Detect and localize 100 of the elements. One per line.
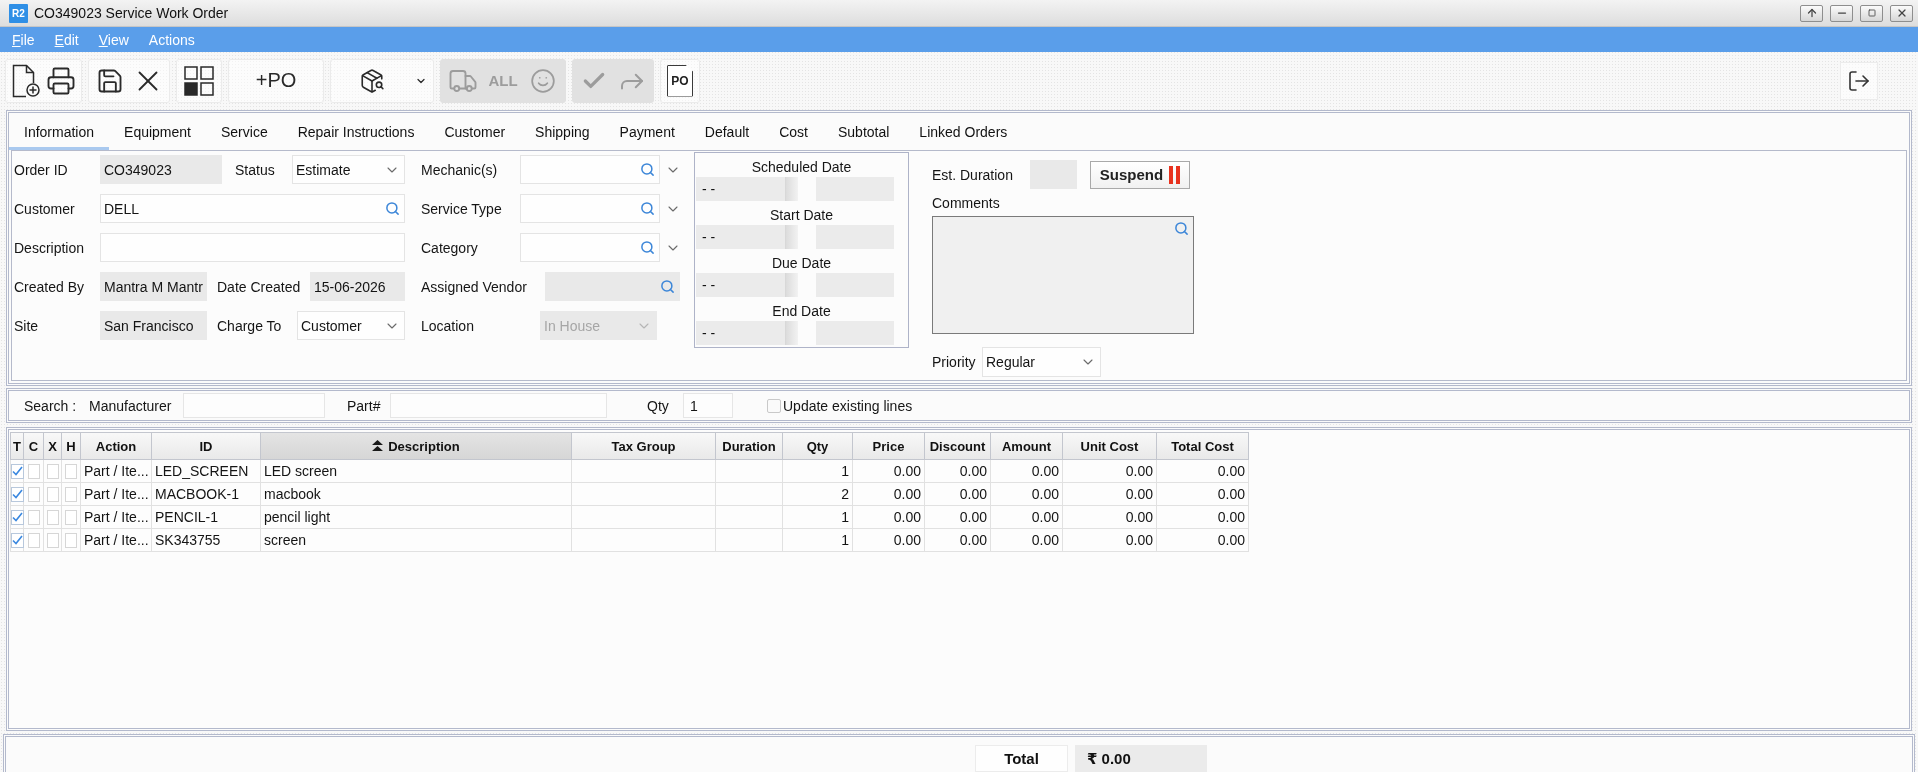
table-cell: 0.00 <box>925 483 991 506</box>
table-cell: 0.00 <box>853 460 925 483</box>
input-field[interactable]: 1 <box>683 393 733 418</box>
dropdown[interactable]: Customer <box>297 311 405 340</box>
table-cell: LED_SCREEN <box>152 460 261 483</box>
minimize-button[interactable] <box>1830 4 1853 22</box>
tab[interactable]: Service <box>206 113 283 150</box>
table-cell: 0.00 <box>925 460 991 483</box>
date-field[interactable]: - - <box>696 321 798 345</box>
checkbox[interactable] <box>46 486 59 502</box>
readonly-field[interactable]: 15-06-2026 <box>310 272 405 301</box>
table-cell: 2 <box>783 483 853 506</box>
table-cell: PENCIL-1 <box>152 506 261 529</box>
close-button[interactable] <box>1890 4 1913 22</box>
checkbox[interactable] <box>65 463 77 479</box>
column-header[interactable]: T <box>10 432 24 460</box>
table-cell: 0.00 <box>991 506 1063 529</box>
checkbox[interactable] <box>767 398 781 413</box>
exit-button[interactable] <box>1840 61 1878 100</box>
table-cell: 0.00 <box>853 529 925 552</box>
tab[interactable]: Payment <box>604 113 690 150</box>
table-cell: screen <box>261 529 572 552</box>
column-header[interactable]: C <box>24 432 44 460</box>
table-cell: 0.00 <box>925 529 991 552</box>
readonly-field[interactable]: CO349023 <box>100 155 222 184</box>
suspend-button[interactable]: Suspend <box>1090 160 1190 189</box>
tab[interactable]: Subtotal <box>823 113 905 150</box>
date-field[interactable]: - - <box>696 273 798 297</box>
date-field[interactable]: - - <box>696 177 798 201</box>
checkbox[interactable] <box>27 463 40 479</box>
dropdown[interactable]: Regular <box>982 347 1101 377</box>
picker-button[interactable] <box>785 321 798 345</box>
lookup-field[interactable] <box>520 155 660 184</box>
column-header[interactable]: Price <box>853 432 925 460</box>
lookup-field[interactable] <box>520 233 660 262</box>
checkbox[interactable] <box>46 509 59 525</box>
picker-button[interactable] <box>785 225 798 249</box>
date-label: End Date <box>771 302 832 321</box>
table-cell <box>716 529 783 552</box>
lookup-field[interactable]: DELL <box>100 194 405 223</box>
search-icon <box>640 240 655 255</box>
checkbox[interactable] <box>65 532 77 548</box>
document-button[interactable]: PO <box>667 64 693 97</box>
checkbox[interactable] <box>65 486 77 502</box>
text-field[interactable] <box>100 233 405 262</box>
table-cell: Part / Ite... <box>81 483 152 506</box>
table-cell: Part / Ite... <box>81 506 152 529</box>
column-header[interactable]: Action <box>81 432 152 460</box>
tab[interactable]: Repair Instructions <box>282 113 430 150</box>
tab[interactable]: Cost <box>764 113 823 150</box>
lookup-field[interactable] <box>520 194 660 223</box>
search-icon <box>640 162 655 177</box>
table-cell: 1 <box>783 506 853 529</box>
readonly-field[interactable]: Mantra M Mantr <box>100 272 207 301</box>
checkbox[interactable] <box>27 486 40 502</box>
column-header[interactable]: Qty <box>783 432 853 460</box>
checkbox[interactable] <box>46 532 59 548</box>
checkbox[interactable] <box>10 463 24 479</box>
column-header[interactable]: H <box>62 432 81 460</box>
tab[interactable]: Linked Orders <box>904 113 1023 150</box>
search-icon <box>1174 221 1189 236</box>
dropdown[interactable]: Estimate <box>292 155 405 184</box>
field-label: Charge To <box>217 317 282 334</box>
checkbox[interactable] <box>46 463 59 479</box>
picker-button[interactable] <box>785 177 798 201</box>
column-header[interactable]: Unit Cost <box>1063 432 1157 460</box>
field-label: Comments <box>932 194 1000 213</box>
readonly-field[interactable]: San Francisco <box>100 311 207 340</box>
column-header[interactable]: Tax Group <box>572 432 716 460</box>
column-header[interactable]: Description <box>261 432 572 460</box>
column-header[interactable]: Amount <box>991 432 1063 460</box>
up-arrow-button[interactable] <box>1800 4 1823 22</box>
picker-button[interactable] <box>785 273 798 297</box>
checkbox[interactable] <box>27 532 40 548</box>
comments-field[interactable] <box>932 216 1194 334</box>
checkbox[interactable] <box>10 509 24 525</box>
grid-icon <box>184 65 214 96</box>
table-cell: 0.00 <box>1063 483 1157 506</box>
field-label: Part# <box>347 397 381 414</box>
date-label: Scheduled Date <box>750 158 853 177</box>
tab[interactable]: Customer <box>429 113 521 150</box>
checkbox[interactable] <box>10 486 24 502</box>
toolbar-button[interactable]: +PO <box>231 59 321 102</box>
check-icon <box>11 512 23 522</box>
column-header[interactable]: Duration <box>716 432 783 460</box>
tab[interactable]: Default <box>689 113 765 150</box>
table-cell: 0.00 <box>1157 460 1249 483</box>
restore-button[interactable] <box>1860 4 1883 22</box>
column-header[interactable]: Total Cost <box>1157 432 1249 460</box>
column-header[interactable]: Discount <box>925 432 991 460</box>
checkbox[interactable] <box>65 509 77 525</box>
field-label: Category <box>421 239 478 256</box>
column-header[interactable]: X <box>44 432 62 460</box>
tab[interactable]: Shipping <box>520 113 605 150</box>
date-field[interactable]: - - <box>696 225 798 249</box>
checkbox[interactable] <box>27 509 40 525</box>
checkbox[interactable] <box>10 532 24 548</box>
tab[interactable]: Equipment <box>109 113 206 150</box>
column-header[interactable]: ID <box>152 432 261 460</box>
field-label: Order ID <box>14 161 68 178</box>
